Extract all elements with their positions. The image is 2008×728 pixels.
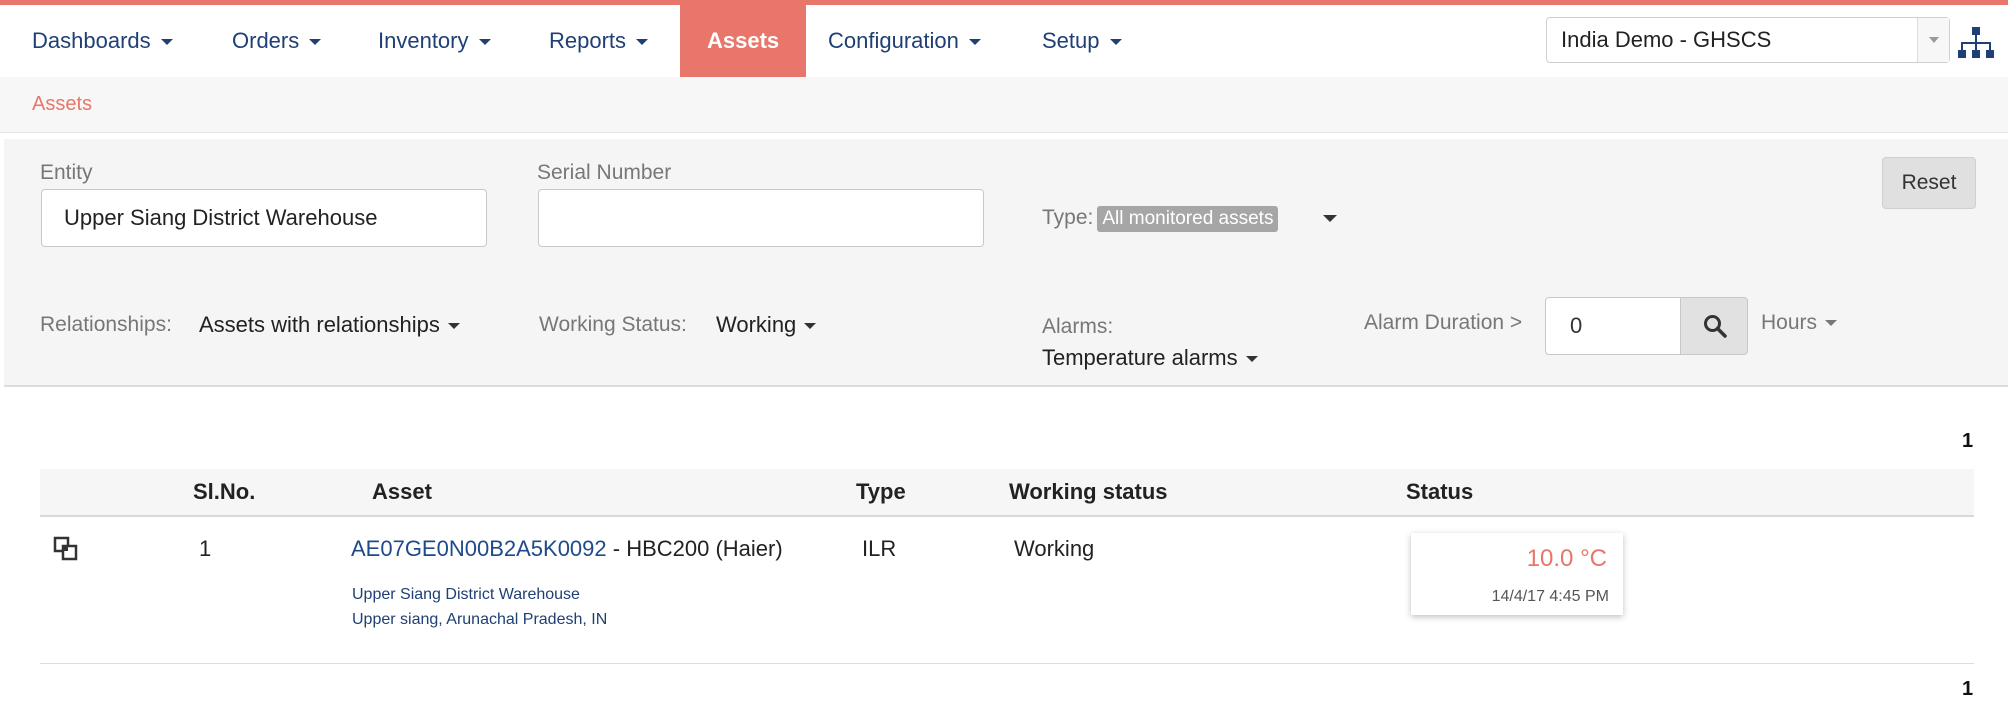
asset-entity: Upper Siang District Warehouse bbox=[352, 586, 580, 603]
row-divider bbox=[40, 663, 1974, 664]
type-filter[interactable]: Type: All monitored assets bbox=[1042, 206, 1279, 232]
serial-number-input[interactable] bbox=[538, 189, 984, 247]
asset-location: Upper siang, Arunachal Pradesh, IN bbox=[352, 611, 608, 628]
page-number-bottom[interactable]: 1 bbox=[1962, 678, 1973, 701]
status-timestamp: 14/4/17 4:45 PM bbox=[1491, 588, 1609, 605]
caret-down-icon bbox=[1245, 356, 1258, 363]
nav-inventory[interactable]: Inventory bbox=[378, 5, 491, 77]
page-number-top[interactable]: 1 bbox=[1962, 430, 1973, 453]
nav-configuration[interactable]: Configuration bbox=[828, 5, 981, 77]
caret-down-icon bbox=[968, 39, 981, 46]
dropdown-arrow-icon[interactable] bbox=[1917, 18, 1949, 62]
col-header-asset: Asset bbox=[372, 479, 432, 504]
table-header: Sl.No. Asset Type Working status Status bbox=[40, 469, 1974, 517]
alarms-label: Alarms: bbox=[1042, 315, 1114, 338]
entity-label: Entity bbox=[40, 161, 93, 184]
caret-down-icon bbox=[636, 39, 649, 46]
type-caret-down-icon[interactable] bbox=[1323, 215, 1337, 222]
nav-dashboards[interactable]: Dashboards bbox=[32, 5, 173, 77]
org-hierarchy-icon[interactable] bbox=[1958, 25, 1994, 61]
caret-down-icon bbox=[478, 39, 491, 46]
working-status-dropdown[interactable]: Working bbox=[716, 312, 817, 338]
col-header-type: Type bbox=[856, 479, 906, 504]
row-slno: 1 bbox=[199, 536, 212, 561]
row-working-status: Working bbox=[1014, 536, 1095, 561]
nav-setup[interactable]: Setup bbox=[1042, 5, 1122, 77]
main-navbar: Dashboards Orders Inventory Reports Asse… bbox=[0, 5, 2008, 77]
caret-down-icon bbox=[160, 39, 173, 46]
col-header-working-status: Working status bbox=[1009, 479, 1168, 504]
row-type: ILR bbox=[862, 536, 897, 561]
domain-select-value: India Demo - GHSCS bbox=[1561, 27, 1772, 52]
col-header-slno: Sl.No. bbox=[193, 479, 256, 504]
entity-input[interactable]: Upper Siang District Warehouse bbox=[41, 189, 487, 247]
serial-number-label: Serial Number bbox=[537, 161, 672, 184]
nav-reports[interactable]: Reports bbox=[549, 5, 649, 77]
related-assets-icon[interactable] bbox=[53, 536, 83, 566]
alarm-duration-label: Alarm Duration > bbox=[1364, 311, 1523, 334]
asset-link[interactable]: AE07GE0N00B2A5K0092 bbox=[351, 536, 607, 561]
search-button[interactable] bbox=[1680, 297, 1748, 355]
domain-select[interactable]: India Demo - GHSCS bbox=[1546, 17, 1950, 63]
asset-model: - HBC200 (Haier) bbox=[606, 536, 783, 561]
col-header-status: Status bbox=[1406, 479, 1474, 504]
type-label: Type: bbox=[1042, 206, 1094, 229]
caret-down-icon bbox=[309, 39, 322, 46]
status-card[interactable]: 10.0 °C 14/4/17 4:45 PM bbox=[1411, 533, 1623, 615]
alarms-dropdown[interactable]: Temperature alarms bbox=[1042, 345, 1258, 371]
type-value-badge: All monitored assets bbox=[1097, 206, 1279, 232]
alarm-duration-input[interactable]: 0 bbox=[1545, 297, 1681, 355]
relationships-label: Relationships: bbox=[40, 313, 172, 336]
breadcrumb-assets[interactable]: Assets bbox=[32, 93, 92, 116]
reset-button[interactable]: Reset bbox=[1882, 157, 1976, 209]
nav-assets[interactable]: Assets bbox=[680, 5, 807, 77]
breadcrumb: Assets bbox=[0, 77, 2008, 133]
caret-down-icon bbox=[1109, 39, 1122, 46]
filter-panel: Entity Upper Siang District Warehouse Se… bbox=[4, 139, 2008, 387]
asset-cell: AE07GE0N00B2A5K0092 - HBC200 (Haier) bbox=[351, 536, 783, 562]
search-icon bbox=[1704, 315, 1727, 338]
nav-orders[interactable]: Orders bbox=[232, 5, 322, 77]
caret-down-icon bbox=[1825, 320, 1838, 327]
temperature-value: 10.0 °C bbox=[1526, 545, 1607, 572]
relationships-dropdown[interactable]: Assets with relationships bbox=[199, 312, 460, 338]
hours-dropdown[interactable]: Hours bbox=[1761, 311, 1838, 335]
caret-down-icon bbox=[804, 323, 817, 330]
caret-down-icon bbox=[447, 323, 460, 330]
working-status-label: Working Status: bbox=[539, 313, 687, 336]
